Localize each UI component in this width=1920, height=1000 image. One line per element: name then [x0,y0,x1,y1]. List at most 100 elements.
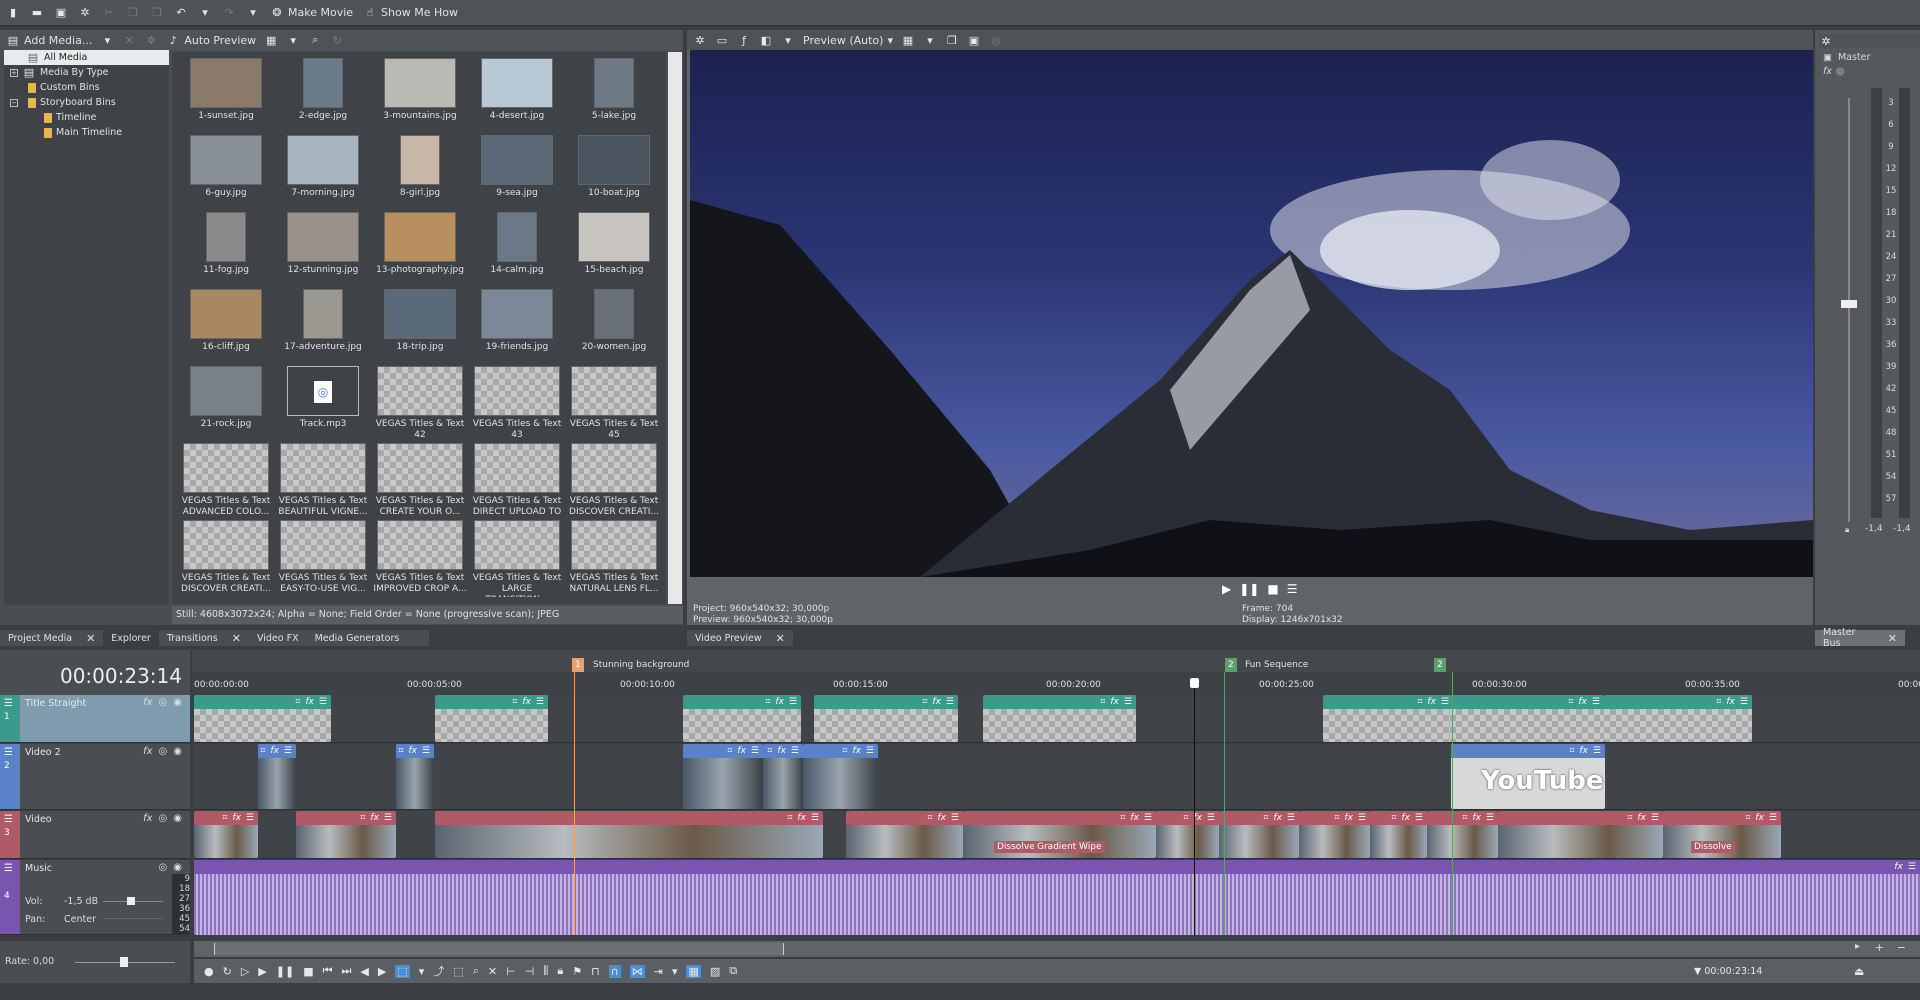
title-clip[interactable]: ⌗ fx ☰ [1323,695,1453,742]
mute-icon[interactable]: ◎ [159,746,168,757]
next-frame-icon[interactable]: ▶ [378,965,386,978]
mute-icon[interactable]: ◎ [159,813,168,824]
lock-icon[interactable]: 🔒︎ [1845,525,1849,535]
preview-quality-select[interactable]: Preview (Auto) ▾ [803,34,893,47]
fx-icon[interactable]: fx [143,697,152,708]
crop-icon[interactable]: ⌗ [1462,813,1467,823]
sync-cursor-icon[interactable]: ⧉ [729,964,737,978]
media-item[interactable]: 16-cliff.jpg [178,289,274,365]
fx-icon[interactable]: fx [143,746,152,757]
track-header-title[interactable]: ☰ 1 Title Straight fx ◎ ◉ [0,695,190,743]
dropdown-icon[interactable]: ▾ [100,33,114,47]
horizontal-scrollbar[interactable]: ▸ + − [194,941,1920,957]
media-item[interactable]: 6-guy.jpg [178,135,274,211]
clip-menu-icon[interactable]: ☰ [946,697,954,707]
grid-overlay-icon[interactable]: ▦ [901,33,915,47]
crop-icon[interactable]: ⌗ [1100,697,1105,707]
show-me-how-button[interactable]: ☝ Show Me How [363,6,458,20]
split-icon[interactable]: ⫼ [543,964,548,978]
clip-menu-icon[interactable]: ☰ [1740,697,1748,707]
fx-icon[interactable]: fx [1578,697,1587,707]
crop-icon[interactable]: ⌗ [1417,697,1422,707]
tab-video-preview[interactable]: Video Preview ✕ [687,630,793,646]
rate-slider-handle[interactable] [120,957,128,967]
fx-icon[interactable]: fx [232,813,241,823]
fx-icon[interactable]: fx [932,697,941,707]
track-header-video[interactable]: ☰ 3 Video fx ◎ ◉ [0,811,190,859]
solo-icon[interactable]: ◉ [173,697,182,708]
menu-icon[interactable]: ☰ [1287,582,1298,596]
marker-2-end[interactable]: 2 [1434,658,1446,672]
fx-icon[interactable]: fx [522,697,531,707]
clip-menu-icon[interactable]: ☰ [319,697,327,707]
crop-icon[interactable]: ⌗ [1263,813,1268,823]
video-clip[interactable]: ⌗ fx ☰ [1427,811,1498,858]
clip-menu-icon[interactable]: ☰ [1592,697,1600,707]
ignore-grouping-icon[interactable]: ▨ [710,965,720,978]
insert-marker-icon[interactable]: ⚑ [572,965,582,978]
close-icon[interactable]: ✕ [232,632,241,645]
media-item[interactable]: 2-edge.jpg [275,58,371,134]
go-to-start-icon[interactable]: ⏮ [323,964,333,978]
media-item[interactable]: 5-lake.jpg [566,58,662,134]
tab-video-fx[interactable]: Video FX [248,630,307,646]
clip-menu-icon[interactable]: ☰ [1769,813,1777,823]
play-icon[interactable]: ▶ [1222,582,1231,596]
crop-icon[interactable]: ⌗ [1120,813,1125,823]
media-item[interactable]: 14-calm.jpg [469,212,565,288]
crop-icon[interactable]: ⌗ [1391,813,1396,823]
settings-icon[interactable]: ✲ [693,33,707,47]
automation-icon[interactable]: ◎ [1836,66,1844,77]
dropdown-icon[interactable]: ▾ [923,33,937,47]
media-item[interactable]: VEGAS Titles & Text 45 [566,366,662,442]
media-item[interactable]: 18-trip.jpg [372,289,468,365]
make-movie-button[interactable]: ❂ Make Movie [270,6,353,20]
clip-menu-icon[interactable]: ☰ [1486,813,1494,823]
master-fader-handle[interactable] [1841,300,1857,308]
media-item[interactable]: 7-morning.jpg [275,135,371,211]
media-item[interactable]: 15-beach.jpg [566,212,662,288]
video-clip[interactable]: ⌗ fx ☰ [194,811,258,858]
clip-menu-icon[interactable]: ☰ [866,746,874,756]
media-item[interactable]: 4-desert.jpg [469,58,565,134]
marker-1[interactable]: 1 [572,658,584,672]
crop-icon[interactable]: ⌗ [1568,697,1573,707]
crop-icon[interactable]: ⌗ [727,746,732,756]
crop-icon[interactable]: ⌗ [222,813,227,823]
clip-menu-icon[interactable]: ☰ [751,746,759,756]
tree-item-timeline[interactable]: Timeline [4,110,169,125]
view-icon[interactable]: ▦ [264,33,278,47]
media-item[interactable]: 10-boat.jpg [566,135,662,211]
volume-slider-handle[interactable] [127,897,135,905]
fx-icon[interactable]: fx [270,746,279,756]
prev-frame-icon[interactable]: ◀ [360,965,368,978]
selection-tool-icon[interactable]: ⬚ [453,965,463,978]
title-clip[interactable]: ⌗ fx ☰ [435,695,548,742]
video-clip[interactable]: ⌗ fx ☰ [1370,811,1427,858]
clip-menu-icon[interactable]: ☰ [1207,813,1215,823]
copy-snapshot-icon[interactable]: ❐ [945,33,959,47]
stop-icon[interactable]: ■ [303,965,313,978]
fx-icon[interactable]: fx [737,746,746,756]
video-clip[interactable]: ⌗ fx ☰ [763,744,803,809]
media-item[interactable]: 12-stunning.jpg [275,212,371,288]
fx-icon[interactable]: fx [370,813,379,823]
record-icon[interactable]: ● [204,965,214,978]
video-clip[interactable]: ⌗ fx ☰ [1219,811,1299,858]
crop-icon[interactable]: ⌗ [1334,813,1339,823]
snapping-icon[interactable]: ∩ [608,964,621,978]
copy-icon[interactable]: ❐ [126,6,140,20]
external-monitor-icon[interactable]: ▭ [715,33,729,47]
lock-envelopes-icon[interactable]: ▦ [686,964,701,978]
collapse-icon[interactable]: − [10,98,18,107]
audio-icon[interactable]: ◎ [989,33,1003,47]
trim-end-icon[interactable]: ⊣ [525,965,535,978]
envelope-tool-icon[interactable]: ⤴ [433,963,444,979]
redo-icon[interactable]: ↷ [222,6,236,20]
crop-icon[interactable]: ⌗ [765,697,770,707]
youtube-clip[interactable]: ⌗ fx ☰ YouTube [1451,744,1605,809]
clip-menu-icon[interactable]: ☰ [284,746,292,756]
loop-icon[interactable]: ↻ [223,965,232,978]
open-folder-icon[interactable]: ▬ [30,6,44,20]
clip-menu-icon[interactable]: ☰ [536,697,544,707]
